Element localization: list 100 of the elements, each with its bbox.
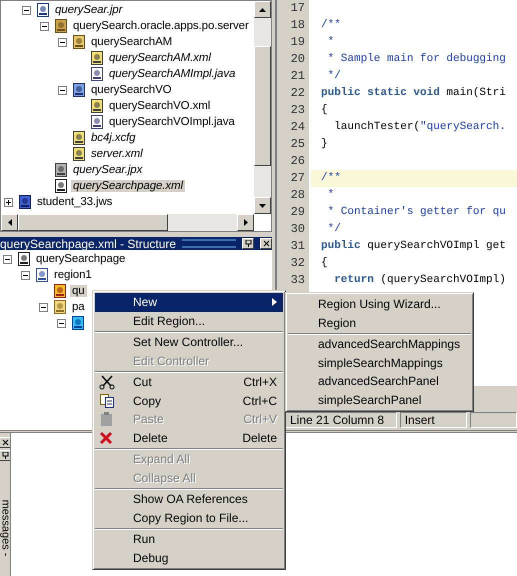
tree-item[interactable]: querySear.jpr <box>53 4 124 16</box>
expand-toggle[interactable] <box>21 270 30 280</box>
close-button[interactable] <box>0 437 11 448</box>
file-icon <box>17 194 33 210</box>
pin-icon <box>2 452 8 459</box>
tree-item[interactable]: querySearchVO <box>89 84 174 96</box>
menu-item[interactable]: Cut Ctrl+X <box>95 373 283 392</box>
tree-item[interactable]: querySearchVOImpl.java <box>107 116 237 128</box>
menu-item[interactable]: Edit Region... <box>95 312 283 330</box>
status-field: Insert <box>400 412 468 428</box>
code-line: * <box>326 35 336 50</box>
tree-item[interactable]: region1 <box>52 269 94 281</box>
line-number: 33 <box>290 272 306 289</box>
expand-toggle[interactable] <box>58 38 67 46</box>
menu-item[interactable]: simpleSearchMappings <box>288 354 471 372</box>
up-arrow-icon[interactable] <box>259 8 266 12</box>
pin-button[interactable] <box>242 238 254 249</box>
file-icon <box>71 146 87 162</box>
code-line: } <box>320 137 329 152</box>
line-number: 17 <box>290 0 306 17</box>
code-line: /** <box>320 18 342 33</box>
menu-item[interactable]: Region <box>288 314 471 332</box>
expand-toggle[interactable] <box>22 6 31 14</box>
tree-item[interactable]: querySearchVO.xml <box>107 100 212 112</box>
tree-item[interactable]: querySearchpage <box>34 253 128 265</box>
file-icon <box>89 50 105 66</box>
expand-toggle[interactable] <box>4 198 13 206</box>
menu-item[interactable]: Copy Region to File... <box>95 508 283 527</box>
scrollbar[interactable] <box>1 214 254 231</box>
file-icon <box>89 98 105 114</box>
status-panel <box>470 412 517 428</box>
status-field: Line 21 Column 8 <box>285 412 397 428</box>
close-icon <box>262 240 270 247</box>
copy-icon <box>99 392 115 409</box>
tree-item[interactable]: pa <box>70 301 87 313</box>
pin-button[interactable] <box>0 450 11 461</box>
tree-item[interactable]: querySearch.oracle.apps.po.server <box>71 20 251 32</box>
file-icon <box>70 315 86 331</box>
tree-item[interactable]: querySearchpage.xml <box>71 180 185 192</box>
scrollbar[interactable] <box>254 1 271 214</box>
code-line: */ <box>326 69 342 84</box>
close-button[interactable] <box>260 238 272 249</box>
menu-item[interactable]: Run <box>95 530 283 548</box>
line-number: 27 <box>290 170 306 187</box>
clipboard-icon <box>99 411 115 428</box>
file-icon <box>71 82 87 98</box>
panel-tab[interactable]: messages - <box>0 500 11 556</box>
line-number: 20 <box>290 51 306 68</box>
panel-title: querySearchpage.xml - Structure <box>0 236 176 250</box>
menu-item[interactable]: Region Using Wizard... <box>288 295 471 314</box>
pin-icon <box>244 240 252 247</box>
right-arrow-icon[interactable] <box>244 219 248 226</box>
tree-item[interactable]: server.xml <box>89 148 145 160</box>
file-icon <box>89 114 105 130</box>
line-number: 28 <box>290 187 306 204</box>
file-icon <box>53 178 69 194</box>
file-icon <box>52 283 68 299</box>
tree-item[interactable]: querySearchAM.xml <box>107 52 213 64</box>
menu-item[interactable]: New <box>95 293 283 312</box>
file-icon <box>89 66 105 82</box>
scissors-icon <box>99 374 115 390</box>
file-icon <box>71 130 87 146</box>
title-bar-grip[interactable] <box>182 239 236 248</box>
expand-toggle[interactable] <box>57 318 66 328</box>
line-number: 21 <box>290 68 306 85</box>
menu-item[interactable]: Delete Delete <box>95 428 283 447</box>
tree-item[interactable]: qu <box>70 285 87 297</box>
tree-item[interactable]: querySearchAM <box>89 36 174 48</box>
menu-item[interactable]: Debug <box>95 548 283 567</box>
delete-icon <box>99 430 113 445</box>
file-icon <box>53 18 69 34</box>
folder-icon <box>52 299 68 315</box>
tree-item[interactable]: bc4j.xcfg <box>89 132 138 144</box>
menu-item[interactable]: Set New Controller... <box>95 333 283 352</box>
line-number: 31 <box>290 238 306 255</box>
expand-toggle[interactable] <box>39 302 48 312</box>
line-number: 23 <box>290 102 306 119</box>
tree-item[interactable]: querySearchAMImpl.java <box>107 68 238 80</box>
menu-item[interactable]: Copy Ctrl+C <box>95 392 283 410</box>
code-line: return (querySearchVOImpl) <box>333 273 507 288</box>
menu-item[interactable]: simpleSearchPanel <box>288 390 471 409</box>
tree-item[interactable]: student_33.jws <box>35 196 114 208</box>
tree-item[interactable]: querySear.jpx <box>71 164 144 176</box>
down-arrow-icon[interactable] <box>259 204 266 208</box>
line-number: 22 <box>290 85 306 102</box>
code-line: { <box>320 256 329 271</box>
menu-item[interactable]: Show OA References <box>95 490 283 508</box>
file-icon <box>71 34 87 50</box>
line-number: 26 <box>290 153 306 170</box>
menu-item[interactable]: advancedSearchPanel <box>288 372 471 390</box>
expand-toggle[interactable] <box>58 86 67 94</box>
code-line: public static void main(Stri <box>320 86 507 101</box>
menu-item[interactable]: advancedSearchMappings <box>288 335 471 354</box>
code-line: public querySearchVOImpl get <box>320 239 507 254</box>
code-line: * Container's getter for qu <box>326 205 507 220</box>
expand-toggle[interactable] <box>40 22 49 30</box>
expand-toggle[interactable] <box>3 254 12 264</box>
left-arrow-icon[interactable] <box>8 219 12 226</box>
line-number: 18 <box>290 17 306 34</box>
close-icon <box>2 439 8 446</box>
